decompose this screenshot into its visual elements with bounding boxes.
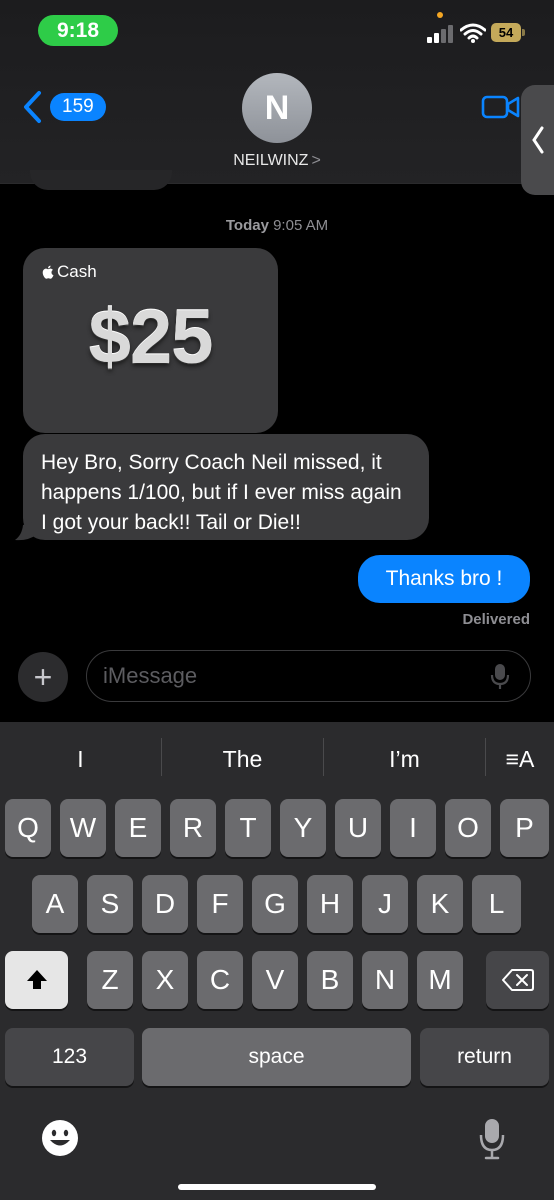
key-n[interactable]: N <box>362 951 408 1009</box>
contact-name[interactable]: NEILWINZ > <box>0 152 554 170</box>
contact-avatar[interactable]: N <box>242 73 312 143</box>
back-button[interactable]: 159 <box>22 90 106 124</box>
outgoing-message-bubble[interactable]: Thanks bro ! <box>358 555 530 603</box>
keyboard: I The I’m ≡A Q W E R T Y U I O P A S D F… <box>0 722 554 1200</box>
key-k[interactable]: K <box>417 875 463 933</box>
imessage-input[interactable] <box>86 650 531 702</box>
microphone-icon[interactable] <box>490 663 510 691</box>
backspace-key[interactable] <box>486 951 549 1009</box>
back-chevron-icon <box>24 91 41 123</box>
battery-tip <box>522 29 525 36</box>
numbers-key[interactable]: 123 <box>5 1028 134 1086</box>
message-timestamp: Today 9:05 AM <box>0 217 554 234</box>
key-a[interactable]: A <box>32 875 78 933</box>
contact-chevron-icon: > <box>311 152 321 169</box>
return-key[interactable]: return <box>420 1028 549 1086</box>
delivered-status: Delivered <box>462 611 530 628</box>
shift-icon <box>26 970 47 989</box>
key-s[interactable]: S <box>87 875 133 933</box>
key-p[interactable]: P <box>500 799 549 857</box>
home-indicator[interactable] <box>178 1184 376 1190</box>
key-l[interactable]: L <box>472 875 521 933</box>
apps-plus-button[interactable]: + <box>18 652 68 702</box>
key-x[interactable]: X <box>142 951 188 1009</box>
suggestion-3[interactable]: I’m <box>324 722 485 796</box>
suggestion-2[interactable]: The <box>162 722 323 796</box>
suggestion-1[interactable]: I <box>0 722 161 796</box>
previous-message-bubble[interactable] <box>30 170 172 190</box>
key-v[interactable]: V <box>252 951 298 1009</box>
key-r[interactable]: R <box>170 799 216 857</box>
key-d[interactable]: D <box>142 875 188 933</box>
contact-name-text: NEILWINZ <box>233 152 309 169</box>
unread-count-badge: 159 <box>50 93 106 121</box>
key-q[interactable]: Q <box>5 799 51 857</box>
status-bar: 9:18 54 <box>0 0 554 60</box>
key-w[interactable]: W <box>60 799 106 857</box>
wifi-icon <box>460 23 486 43</box>
apple-cash-payment[interactable]: Cash $25 <box>23 248 278 433</box>
key-f[interactable]: F <box>197 875 243 933</box>
signal-icon <box>427 25 453 43</box>
key-i[interactable]: I <box>390 799 436 857</box>
key-c[interactable]: C <box>197 951 243 1009</box>
key-u[interactable]: U <box>335 799 381 857</box>
side-tab-chevron-icon <box>531 126 543 154</box>
predictive-bar: I The I’m ≡A <box>0 722 554 796</box>
incoming-bubble-tail <box>15 521 36 541</box>
apple-cash-label: Cash <box>57 262 97 281</box>
battery-icon: 54 <box>491 23 521 42</box>
key-m[interactable]: M <box>417 951 463 1009</box>
timestamp-day: Today <box>225 217 269 234</box>
key-e[interactable]: E <box>115 799 161 857</box>
backspace-icon <box>501 969 534 991</box>
emoji-icon[interactable] <box>40 1118 80 1158</box>
video-call-icon[interactable] <box>481 94 521 120</box>
privacy-indicator <box>437 12 443 18</box>
cash-amount: $25 <box>88 295 214 380</box>
incoming-message-bubble[interactable]: Hey Bro, Sorry Coach Neil missed, it hap… <box>23 434 429 540</box>
shift-key[interactable] <box>5 951 68 1009</box>
status-time: 9:18 <box>38 15 118 46</box>
space-key[interactable]: space <box>142 1028 411 1086</box>
side-tab[interactable] <box>521 85 554 195</box>
key-t[interactable]: T <box>225 799 271 857</box>
key-z[interactable]: Z <box>87 951 133 1009</box>
dictation-icon[interactable] <box>478 1117 506 1161</box>
apple-cash-brand: Cash <box>41 262 97 282</box>
key-b[interactable]: B <box>307 951 353 1009</box>
key-j[interactable]: J <box>362 875 408 933</box>
timestamp-time: 9:05 AM <box>273 217 329 234</box>
key-g[interactable]: G <box>252 875 298 933</box>
key-h[interactable]: H <box>307 875 353 933</box>
apple-logo-icon <box>42 265 54 279</box>
key-y[interactable]: Y <box>280 799 326 857</box>
text-format-button[interactable]: ≡A <box>486 722 554 796</box>
key-o[interactable]: O <box>445 799 491 857</box>
